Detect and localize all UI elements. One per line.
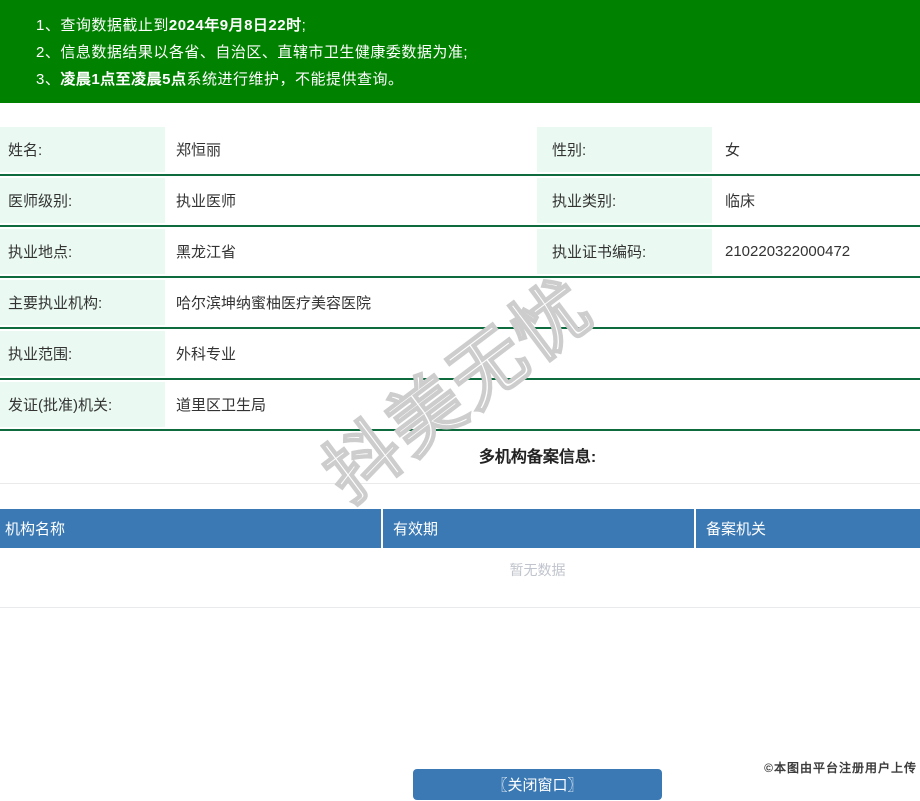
field-value-gender: 女 bbox=[725, 142, 741, 159]
notice-line: 2、信息数据结果以各省、自治区、直辖市卫生健康委数据为准; bbox=[36, 39, 920, 66]
field-value-name: 郑恒丽 bbox=[176, 142, 222, 159]
column-header-filing-authority: 备案机关 bbox=[694, 509, 920, 548]
filing-table-header: 机构名称 有效期 备案机关 bbox=[0, 509, 920, 548]
notice-line: 1、查询数据截止到2024年9月8日22时; bbox=[36, 12, 920, 39]
notice-number: 2、 bbox=[36, 44, 61, 61]
table-row: 姓名: 郑恒丽 性别: 女 bbox=[0, 127, 920, 172]
notice-text: 查询数据截止到 bbox=[60, 17, 169, 34]
field-label-issuing-authority: 发证(批准)机关: bbox=[0, 382, 165, 427]
field-label-gender: 性别: bbox=[537, 127, 712, 172]
row-divider bbox=[0, 327, 920, 329]
upload-credit-text: ©本图由平台注册用户上传 bbox=[764, 761, 917, 775]
field-label-doctor-level: 医师级别: bbox=[0, 178, 165, 223]
field-label-certificate-no: 执业证书编码: bbox=[537, 229, 712, 274]
practitioner-info-table: 姓名: 郑恒丽 性别: 女 医师级别: 执业医师 执业类别: 临床 执业地点: … bbox=[0, 127, 920, 431]
notice-banner: 1、查询数据截止到2024年9月8日22时; 2、信息数据结果以各省、自治区、直… bbox=[0, 0, 920, 103]
table-row: 执业地点: 黑龙江省 执业证书编码: 210220322000472 bbox=[0, 229, 920, 274]
table-row: 主要执业机构: 哈尔滨坤纳蜜柚医疗美容医院 bbox=[0, 280, 920, 325]
query-result-page: 1、查询数据截止到2024年9月8日22时; 2、信息数据结果以各省、自治区、直… bbox=[0, 0, 920, 800]
field-label-main-institution: 主要执业机构: bbox=[0, 280, 165, 325]
no-data-placeholder: 暂无数据 bbox=[509, 562, 566, 578]
field-value-main-institution: 哈尔滨坤纳蜜柚医疗美容医院 bbox=[176, 295, 372, 312]
table-row: 医师级别: 执业医师 执业类别: 临床 bbox=[0, 178, 920, 223]
notice-text: 系统进行维护，不能提供查询。 bbox=[186, 71, 404, 88]
notice-highlight: 2024年9月8日22时 bbox=[168, 17, 302, 34]
table-bottom-divider bbox=[0, 607, 920, 608]
field-label-practice-scope: 执业范围: bbox=[0, 331, 165, 376]
field-value-doctor-level: 执业医师 bbox=[176, 193, 237, 210]
notice-number: 1、 bbox=[36, 17, 61, 34]
column-header-institution-name: 机构名称 bbox=[5, 521, 66, 538]
field-value-issuing-authority: 道里区卫生局 bbox=[176, 397, 267, 414]
close-window-button[interactable]: 〖关闭窗口〗 bbox=[413, 769, 662, 800]
row-divider bbox=[0, 429, 920, 431]
multi-institution-section-title: 多机构备案信息: bbox=[478, 449, 597, 466]
notice-highlight: 凌晨1点至凌晨5点 bbox=[60, 71, 187, 88]
row-divider bbox=[0, 378, 920, 380]
notice-line: 3、凌晨1点至凌晨5点系统进行维护，不能提供查询。 bbox=[36, 66, 920, 93]
notice-text: 信息数据结果以各省、自治区、直辖市卫生健康委数据为准; bbox=[60, 44, 469, 61]
field-value-certificate-no: 210220322000472 bbox=[725, 243, 851, 260]
notice-number: 3、 bbox=[36, 71, 61, 88]
field-value-practice-place: 黑龙江省 bbox=[176, 244, 237, 261]
field-value-practice-scope: 外科专业 bbox=[176, 346, 237, 363]
row-divider bbox=[0, 174, 920, 176]
column-header-validity-period: 有效期 bbox=[381, 509, 694, 548]
field-value-practice-type: 临床 bbox=[725, 193, 756, 210]
row-divider bbox=[0, 225, 920, 227]
table-row: 执业范围: 外科专业 bbox=[0, 331, 920, 376]
row-divider bbox=[0, 276, 920, 278]
field-label-name: 姓名: bbox=[0, 127, 165, 172]
notice-text: ; bbox=[301, 17, 307, 34]
field-label-practice-type: 执业类别: bbox=[537, 178, 712, 223]
section-divider bbox=[0, 483, 920, 484]
table-row: 发证(批准)机关: 道里区卫生局 bbox=[0, 382, 920, 427]
field-label-practice-place: 执业地点: bbox=[0, 229, 165, 274]
